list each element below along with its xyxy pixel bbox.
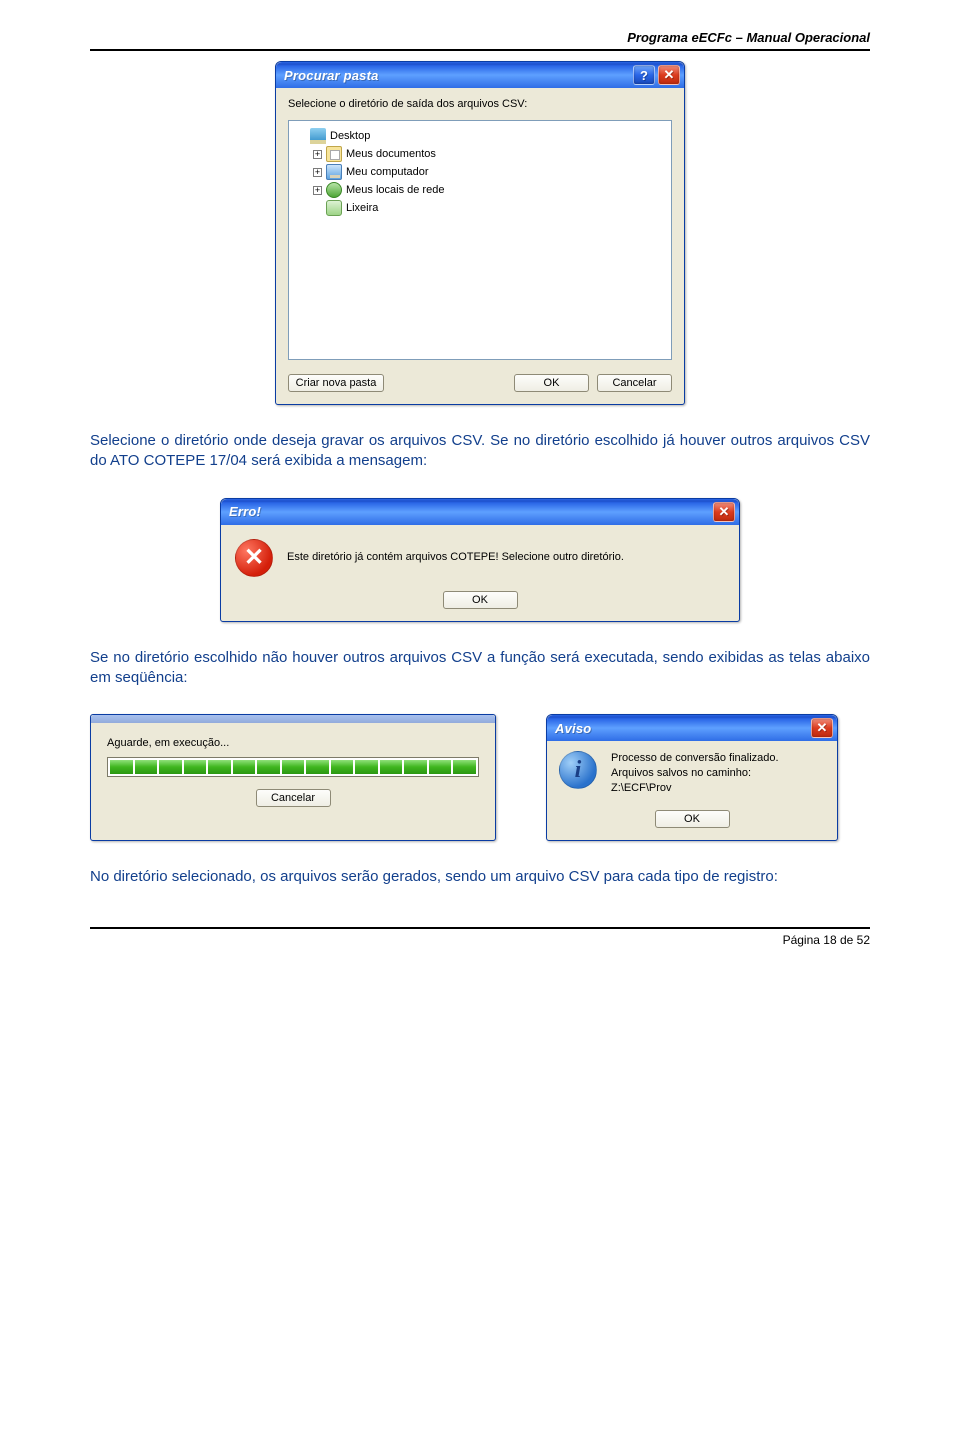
folder-tree[interactable]: Desktop + Meus documentos + Meu computador… bbox=[288, 120, 672, 360]
error-titlebar: Erro! ✕ bbox=[221, 499, 739, 525]
close-button[interactable]: ✕ bbox=[713, 502, 735, 522]
info-line2: Arquivos salvos no caminho: bbox=[611, 766, 779, 781]
error-title: Erro! bbox=[229, 504, 710, 519]
expand-icon[interactable]: + bbox=[313, 150, 322, 159]
folder-icon bbox=[326, 146, 342, 162]
error-dialog: Erro! ✕ ✕ Este diretório já contém arqui… bbox=[220, 498, 740, 622]
progress-segment bbox=[184, 760, 207, 774]
footer-rule bbox=[90, 927, 870, 929]
progress-segment bbox=[331, 760, 354, 774]
progress-segment bbox=[282, 760, 305, 774]
expand-icon[interactable]: + bbox=[313, 186, 322, 195]
info-line1: Processo de conversão finalizado. bbox=[611, 751, 779, 766]
trash-icon bbox=[326, 200, 342, 216]
tree-label-net: Meus locais de rede bbox=[346, 184, 444, 196]
cancel-button[interactable]: Cancelar bbox=[597, 374, 672, 392]
progress-dialog: Aguarde, em execução... bbox=[90, 714, 496, 841]
progress-segment bbox=[233, 760, 256, 774]
progress-segment bbox=[429, 760, 452, 774]
browse-folder-dialog: Procurar pasta ? ✕ Selecione o diretório… bbox=[275, 61, 685, 405]
desktop-icon bbox=[310, 128, 326, 144]
progress-segment bbox=[355, 760, 378, 774]
header-rule bbox=[90, 49, 870, 51]
tree-label-desktop: Desktop bbox=[330, 130, 370, 142]
close-button[interactable]: ✕ bbox=[811, 718, 833, 738]
progress-segment bbox=[380, 760, 403, 774]
progress-segment bbox=[453, 760, 476, 774]
error-text: Este diretório já contém arquivos COTEPE… bbox=[287, 550, 624, 565]
expand-icon[interactable]: + bbox=[313, 168, 322, 177]
ok-button[interactable]: OK bbox=[655, 810, 730, 828]
page-footer: Página 18 de 52 bbox=[90, 933, 870, 947]
computer-icon bbox=[326, 164, 342, 180]
info-icon: i bbox=[559, 751, 597, 789]
tree-pc[interactable]: + Meu computador bbox=[293, 163, 667, 181]
paragraph-1: Selecione o diretório onde deseja gravar… bbox=[90, 431, 870, 472]
close-button[interactable]: ✕ bbox=[658, 65, 680, 85]
header-left: Programa eECFc bbox=[627, 30, 732, 45]
error-icon: ✕ bbox=[235, 539, 273, 577]
progress-header-strip bbox=[91, 715, 495, 723]
tree-label-trash: Lixeira bbox=[346, 202, 378, 214]
ok-button[interactable]: OK bbox=[443, 591, 518, 609]
tree-desktop[interactable]: Desktop bbox=[293, 127, 667, 145]
progress-segment bbox=[404, 760, 427, 774]
info-line3: Z:\ECF\Prov bbox=[611, 781, 779, 796]
paragraph-3: No diretório selecionado, os arquivos se… bbox=[90, 867, 870, 887]
cancel-button[interactable]: Cancelar bbox=[256, 789, 331, 807]
progress-segment bbox=[208, 760, 231, 774]
progress-label: Aguarde, em execução... bbox=[107, 737, 479, 749]
network-icon bbox=[326, 182, 342, 198]
page-header: Programa eECFc – Manual Operacional bbox=[90, 30, 870, 45]
browse-title: Procurar pasta bbox=[284, 68, 630, 83]
info-text: Processo de conversão finalizado. Arquiv… bbox=[611, 751, 779, 796]
header-sep: – bbox=[732, 30, 746, 45]
progress-bar bbox=[107, 757, 479, 777]
progress-segment bbox=[257, 760, 280, 774]
progress-segment bbox=[159, 760, 182, 774]
tree-docs[interactable]: + Meus documentos bbox=[293, 145, 667, 163]
new-folder-button[interactable]: Criar nova pasta bbox=[288, 374, 384, 392]
progress-segment bbox=[135, 760, 158, 774]
tree-label-pc: Meu computador bbox=[346, 166, 429, 178]
paragraph-2: Se no diretório escolhido não houver out… bbox=[90, 648, 870, 689]
ok-button[interactable]: OK bbox=[514, 374, 589, 392]
browse-titlebar: Procurar pasta ? ✕ bbox=[276, 62, 684, 88]
info-dialog: Aviso ✕ i Processo de conversão finaliza… bbox=[546, 714, 838, 841]
tree-label-docs: Meus documentos bbox=[346, 148, 436, 160]
progress-segment bbox=[306, 760, 329, 774]
header-right: Manual Operacional bbox=[746, 30, 870, 45]
browse-prompt: Selecione o diretório de saída dos arqui… bbox=[288, 98, 672, 110]
help-button[interactable]: ? bbox=[633, 65, 655, 85]
progress-segment bbox=[110, 760, 133, 774]
tree-trash[interactable]: Lixeira bbox=[293, 199, 667, 217]
info-titlebar: Aviso ✕ bbox=[547, 715, 837, 741]
tree-net[interactable]: + Meus locais de rede bbox=[293, 181, 667, 199]
info-title: Aviso bbox=[555, 721, 808, 736]
